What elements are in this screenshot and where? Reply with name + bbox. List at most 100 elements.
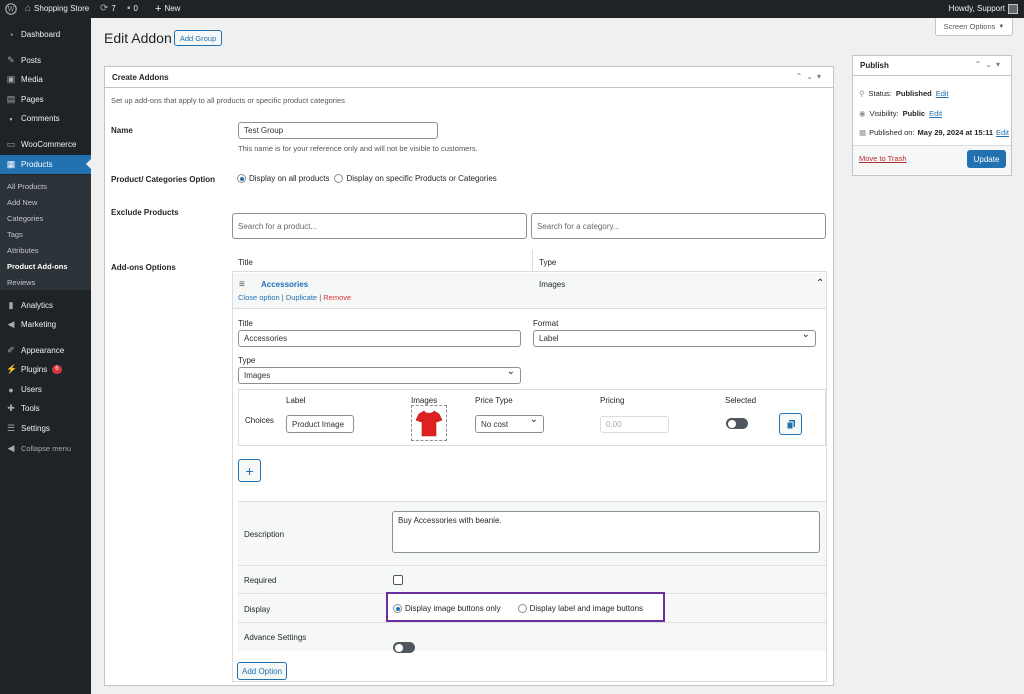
- type-select[interactable]: Images: [238, 366, 521, 384]
- submenu-add-new[interactable]: Add New: [7, 198, 37, 207]
- analytics-icon: ▮: [8, 300, 14, 310]
- option-title-input[interactable]: Accessories: [238, 330, 521, 347]
- sidebar-item-label: Products: [21, 160, 53, 169]
- chevron-up-icon[interactable]: ⌃: [975, 60, 986, 69]
- sidebar-item-appearance[interactable]: ✐ Appearance: [0, 341, 91, 360]
- row-divider: [238, 565, 826, 566]
- add-option-button[interactable]: Add Option: [237, 662, 287, 680]
- sidebar-item-analytics[interactable]: ▮ Analytics: [0, 296, 91, 315]
- collapse-icon: ◀: [7, 443, 15, 453]
- sidebar-item-comments[interactable]: ▪ Comments: [0, 109, 91, 128]
- collapse-option-icon[interactable]: ⌃: [816, 278, 824, 289]
- move-to-trash-link[interactable]: Move to Trash: [859, 154, 907, 163]
- sidebar-item-dashboard[interactable]: ◔ Dashboard: [0, 25, 91, 44]
- plugin-icon: ⚡: [6, 364, 18, 374]
- collapse-menu-button[interactable]: ◀ Collapse menu: [0, 439, 91, 458]
- radio-image-buttons-only[interactable]: [393, 604, 402, 613]
- submenu-reviews[interactable]: Reviews: [7, 278, 35, 287]
- advance-settings-toggle[interactable]: [393, 642, 415, 653]
- updates-link[interactable]: ⟳ 7: [100, 0, 116, 18]
- sidebar-item-tools[interactable]: ✚ Tools: [0, 399, 91, 418]
- update-button[interactable]: Update: [967, 150, 1006, 168]
- account-menu[interactable]: Howdy, Support: [949, 0, 1018, 18]
- sidebar-item-label: Analytics: [21, 301, 54, 310]
- updates-count: 7: [111, 4, 116, 13]
- sidebar-item-settings[interactable]: ☰ Settings: [0, 419, 91, 438]
- sidebar-item-marketing[interactable]: ◀ Marketing: [0, 315, 91, 334]
- sidebar-item-label: Comments: [21, 114, 60, 123]
- remove-link[interactable]: Remove: [323, 293, 351, 302]
- choice-label-input[interactable]: Product Image: [286, 415, 354, 433]
- sidebar-item-users[interactable]: ● Users: [0, 380, 91, 399]
- choice-image-thumbnail[interactable]: [411, 405, 447, 441]
- visibility-edit-link[interactable]: Edit: [929, 109, 942, 118]
- price-type-select[interactable]: No cost: [475, 414, 544, 433]
- new-content-link[interactable]: + New: [155, 0, 180, 18]
- radio-display-all-label: Display on all products: [249, 174, 330, 183]
- sidebar-item-label: Plugins: [21, 365, 48, 374]
- svg-text:W: W: [7, 6, 15, 14]
- choices-header-label: Label: [286, 396, 306, 405]
- radio-display-all[interactable]: [237, 174, 246, 183]
- sidebar-item-plugins[interactable]: ⚡ Plugins 6: [0, 360, 91, 379]
- copy-choice-button[interactable]: [779, 413, 802, 435]
- brush-icon: ✐: [7, 345, 15, 355]
- sidebar-item-posts[interactable]: ✎ Posts: [0, 51, 91, 70]
- name-help-text: This name is for your reference only and…: [238, 144, 478, 153]
- submenu-product-addons[interactable]: Product Add-ons: [7, 262, 68, 271]
- chevron-down-icon[interactable]: ⌄: [806, 72, 817, 81]
- status-edit-link[interactable]: Edit: [936, 89, 949, 98]
- submenu-tags[interactable]: Tags: [7, 230, 23, 239]
- add-group-button[interactable]: Add Group: [174, 30, 222, 46]
- submenu-attributes[interactable]: Attributes: [7, 246, 39, 255]
- format-label: Format: [533, 319, 559, 328]
- page-title: Edit Addon: [104, 30, 172, 46]
- close-option-link[interactable]: Close option: [238, 293, 280, 302]
- sidebar-item-pages[interactable]: ▤ Pages: [0, 90, 91, 109]
- caret-down-icon[interactable]: ▾: [996, 60, 1004, 69]
- comments-link[interactable]: ▪ 0: [127, 0, 138, 18]
- drag-handle-icon[interactable]: ≡: [239, 279, 245, 290]
- site-name-link[interactable]: ⌂ Shopping Store: [25, 0, 89, 18]
- search-product-input[interactable]: Search for a product...: [232, 213, 527, 239]
- chevron-down-icon[interactable]: ⌄: [985, 60, 996, 69]
- screen-options-button[interactable]: Screen Options ▼: [935, 18, 1013, 36]
- add-choice-button[interactable]: +: [238, 459, 261, 482]
- row-divider: [238, 622, 826, 623]
- option-name-link[interactable]: Accessories: [261, 280, 308, 289]
- chevron-up-icon[interactable]: ⌃: [796, 72, 807, 81]
- published-edit-link[interactable]: Edit: [996, 128, 1009, 137]
- caret-down-icon[interactable]: ▾: [817, 72, 825, 81]
- submenu-all-products[interactable]: All Products: [7, 182, 47, 191]
- radio-label-and-image[interactable]: [517, 604, 527, 613]
- pages-icon: ▤: [6, 94, 16, 104]
- choices-row-label: Choices: [245, 416, 274, 425]
- pricing-input[interactable]: 0.00: [600, 416, 669, 433]
- box-handle-icons[interactable]: ⌃⌄▾: [796, 72, 825, 81]
- plugins-update-badge: 6: [52, 365, 62, 374]
- column-type: Type: [539, 258, 557, 267]
- users-icon: ●: [8, 384, 14, 395]
- products-submenu: All Products Add New Categories Tags Att…: [0, 175, 91, 290]
- wordpress-logo-icon[interactable]: W: [5, 0, 17, 18]
- duplicate-link[interactable]: Duplicate: [286, 293, 317, 302]
- avatar: [1008, 4, 1018, 14]
- sidebar-item-label: Media: [21, 75, 43, 84]
- selected-toggle[interactable]: [726, 418, 748, 429]
- sidebar-item-products[interactable]: ▦ Products: [0, 155, 91, 174]
- sidebar-item-label: WooCommerce: [21, 140, 77, 149]
- sidebar-item-label: Settings: [21, 424, 50, 433]
- submenu-categories[interactable]: Categories: [7, 214, 43, 223]
- sidebar-item-media[interactable]: ▣ Media: [0, 70, 91, 89]
- sidebar-item-woocommerce[interactable]: ▭ WooCommerce: [0, 135, 91, 154]
- categories-option-label: Product/ Categories Option: [111, 175, 216, 184]
- description-textarea[interactable]: Buy Accessories with beanie.: [392, 511, 820, 553]
- visibility-value: Public: [902, 109, 926, 118]
- sidebar-item-label: Marketing: [21, 320, 57, 329]
- required-checkbox[interactable]: [393, 575, 403, 585]
- format-select[interactable]: Label: [533, 329, 816, 347]
- name-input[interactable]: Test Group: [238, 122, 438, 139]
- radio-display-specific[interactable]: [334, 174, 344, 183]
- search-category-input[interactable]: Search for a category...: [531, 213, 826, 239]
- publish-handle-icons[interactable]: ⌃⌄▾: [975, 60, 1004, 69]
